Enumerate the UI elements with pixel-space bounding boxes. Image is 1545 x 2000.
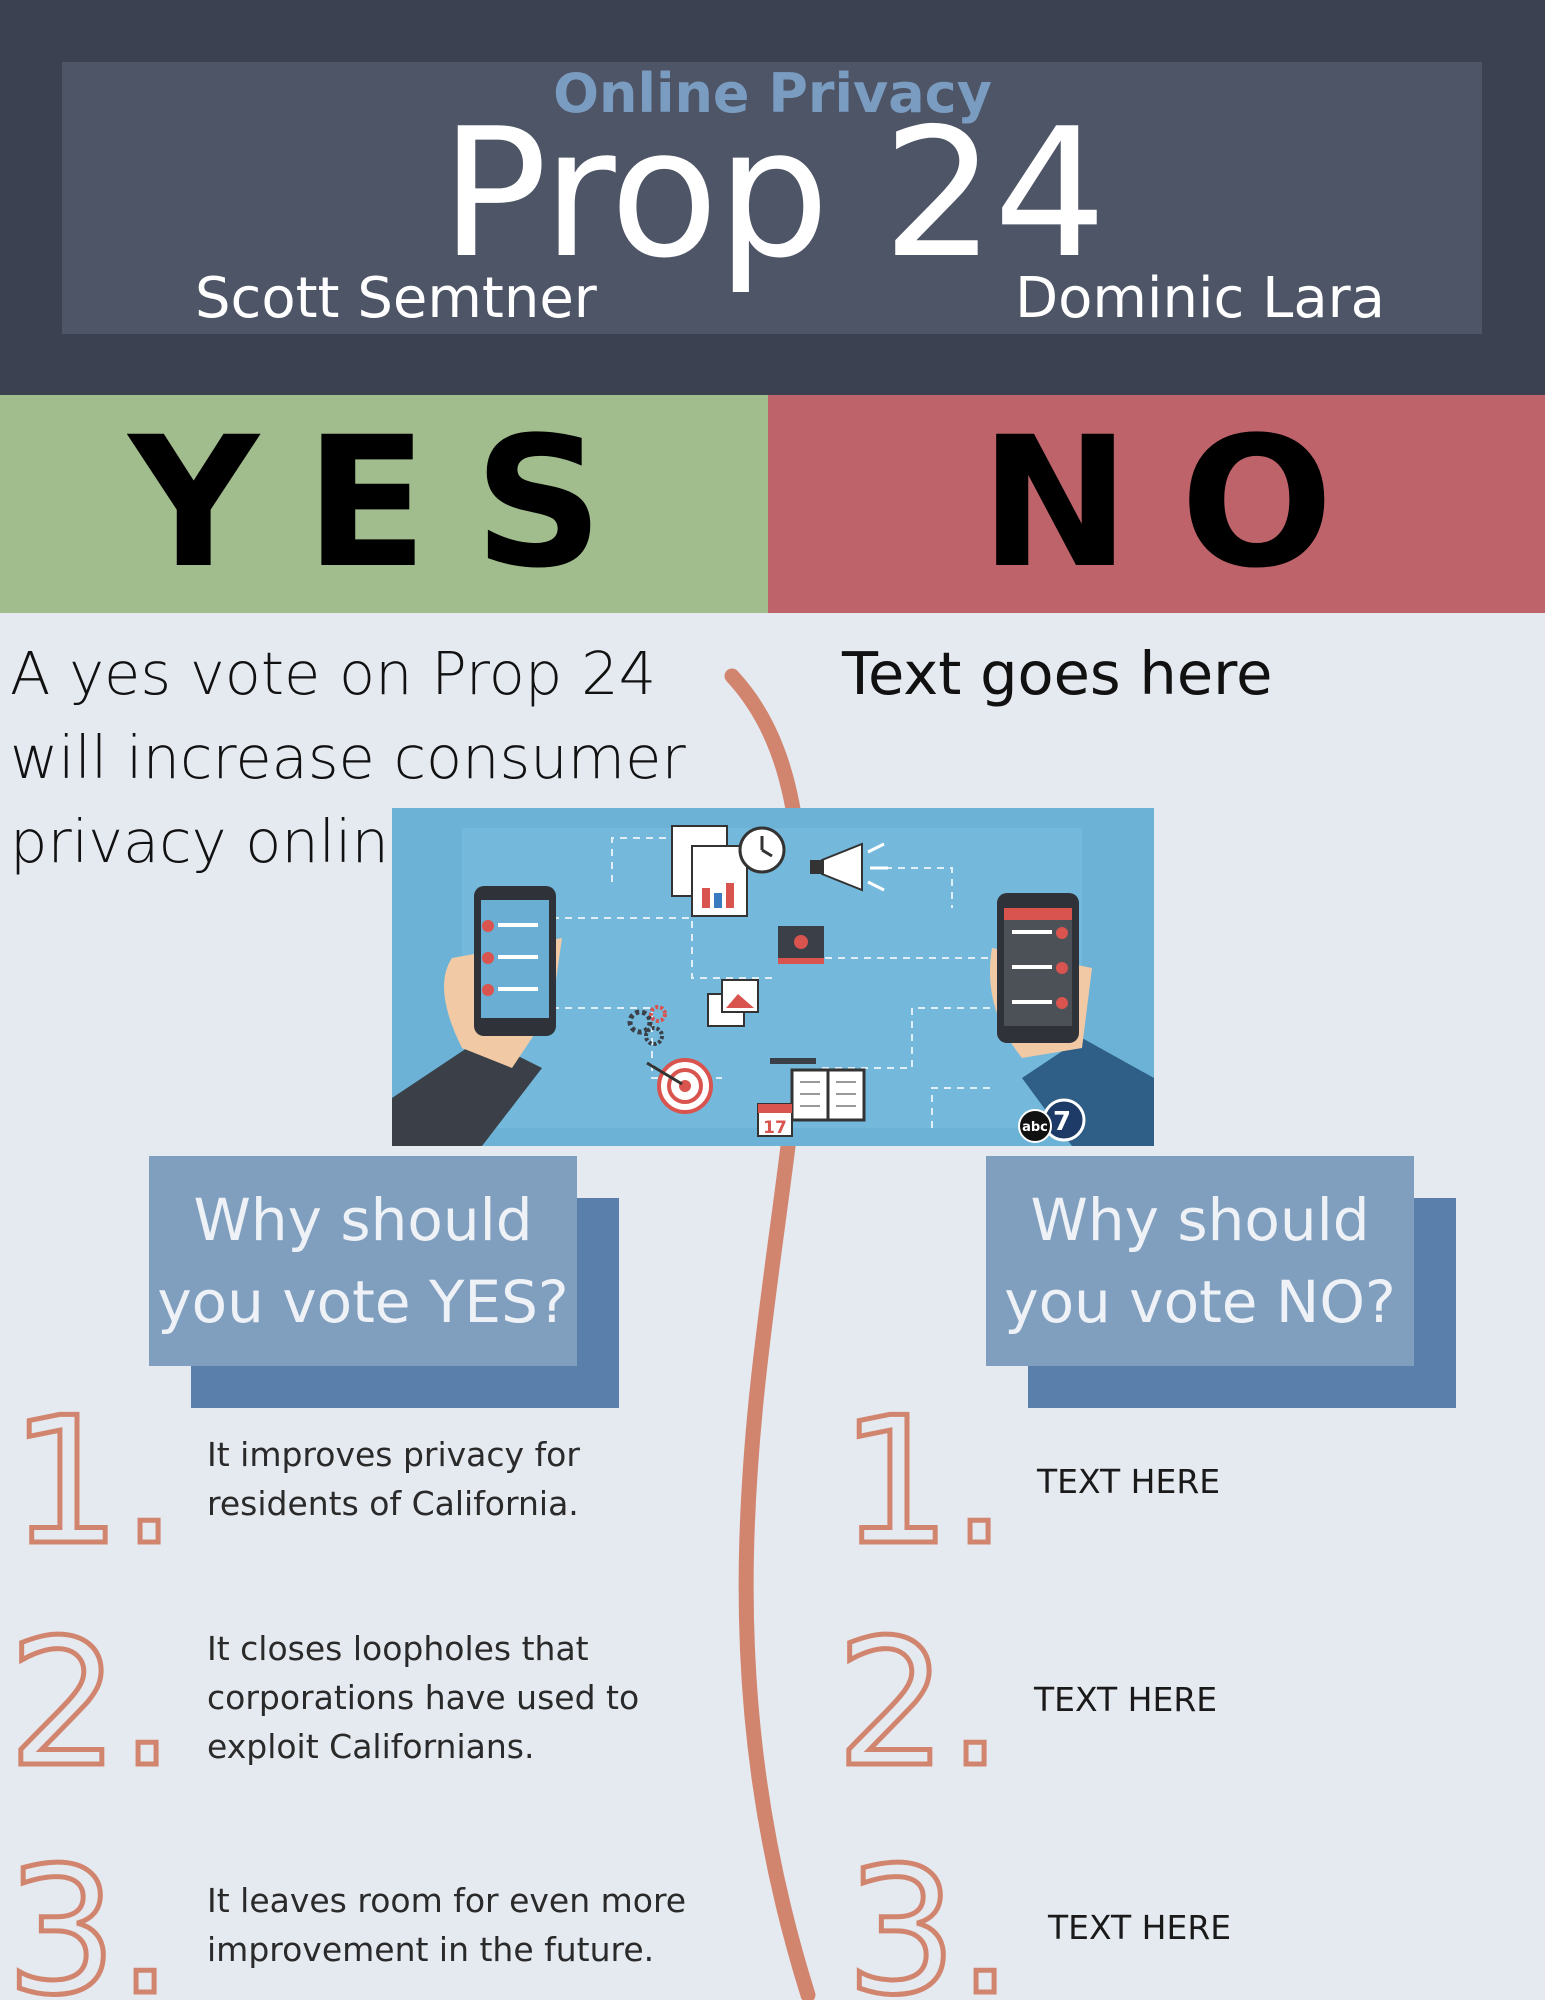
yes-reason-3: It leaves room for even more improvement… xyxy=(207,1881,687,1969)
why-no-title: Why should you vote NO? xyxy=(1004,1186,1396,1336)
why-yes-title: Why should you vote YES? xyxy=(157,1186,569,1336)
number-3-no: 3. xyxy=(844,1829,1016,2000)
no-banner: NO xyxy=(768,395,1545,613)
yes-banner: YES xyxy=(0,395,768,613)
yes-reason-2: It closes loopholes that corporations ha… xyxy=(207,1629,640,1766)
number-1-no: 1. xyxy=(838,1379,1010,1587)
svg-text:2.: 2. xyxy=(836,1603,1003,1806)
number-3-yes: 3. xyxy=(4,1829,176,2000)
svg-text:7: 7 xyxy=(1053,1107,1071,1137)
calendar-icon: 17 xyxy=(757,1103,793,1138)
svg-text:2.: 2. xyxy=(8,1603,175,1806)
page-title: Prop 24 xyxy=(440,90,1106,297)
why-no-box: Why should you vote NO? xyxy=(986,1156,1414,1366)
no-description: Text goes here xyxy=(842,639,1273,708)
abc-logo-text: abc xyxy=(1022,1120,1048,1135)
svg-text:1.: 1. xyxy=(840,1381,1007,1584)
svg-text:1.: 1. xyxy=(10,1381,177,1584)
no-reason-2: TEXT HERE xyxy=(1034,1680,1218,1719)
no-heading: NO xyxy=(979,399,1384,608)
number-2-yes: 2. xyxy=(6,1601,178,1809)
illustration-image: 17 7 abc xyxy=(392,808,1154,1146)
why-yes-box: Why should you vote YES? xyxy=(149,1156,577,1366)
no-reason-3: TEXT HERE xyxy=(1048,1908,1232,1947)
video-icon xyxy=(778,926,824,964)
yes-reason-1: It improves privacy for residents of Cal… xyxy=(207,1435,580,1523)
number-2-no: 2. xyxy=(834,1601,1006,1809)
yes-heading: YES xyxy=(128,399,650,608)
calendar-day: 17 xyxy=(763,1118,787,1138)
no-reason-1: TEXT HERE xyxy=(1037,1462,1221,1501)
svg-text:3.: 3. xyxy=(6,1831,173,2000)
svg-text:3.: 3. xyxy=(846,1831,1013,2000)
number-1-yes: 1. xyxy=(8,1379,180,1587)
author-right: Dominic Lara xyxy=(1015,266,1385,331)
author-left: Scott Semtner xyxy=(195,266,597,331)
